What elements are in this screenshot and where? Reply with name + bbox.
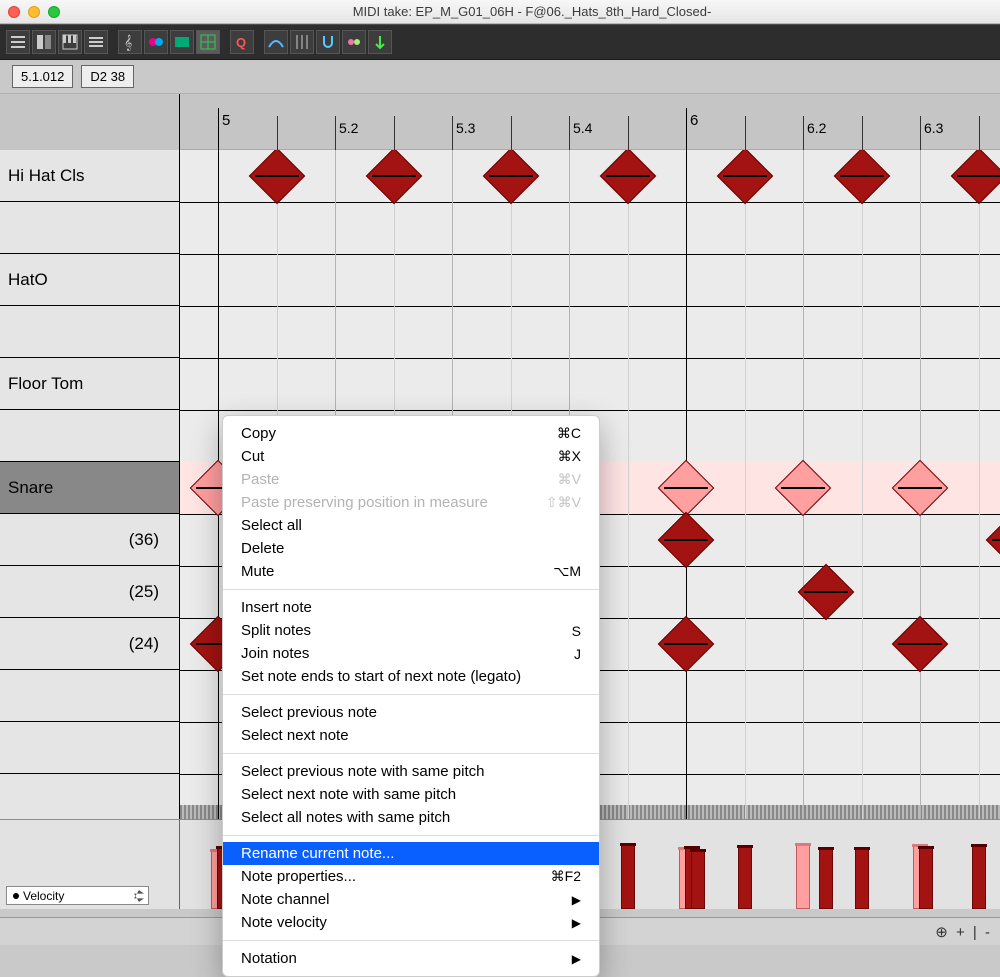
cc-lane-selector[interactable]: Velocity	[6, 886, 149, 905]
position-readout[interactable]: 5.1.012	[12, 65, 73, 88]
row-header[interactable]: (25)	[0, 566, 179, 618]
toolbar-fx-chain-button[interactable]	[342, 30, 366, 54]
row-header[interactable]: (36)	[0, 514, 179, 566]
row-header[interactable]	[0, 670, 179, 722]
window-minimize-button[interactable]	[28, 6, 40, 18]
window-title: MIDI take: EP_M_G01_06H - F@06._Hats_8th…	[72, 4, 992, 19]
menu-item[interactable]: Copy⌘C	[223, 422, 599, 445]
svg-text:𝄞: 𝄞	[124, 34, 132, 51]
toolbar-grid-visible-button[interactable]	[290, 30, 314, 54]
window-titlebar: MIDI take: EP_M_G01_06H - F@06._Hats_8th…	[0, 0, 1000, 24]
row-header[interactable]	[0, 722, 179, 774]
velocity-bar[interactable]	[621, 845, 635, 910]
row-header[interactable]: Floor Tom	[0, 358, 179, 410]
toolbar-event-list-button[interactable]	[6, 30, 30, 54]
midi-note[interactable]	[482, 150, 539, 204]
time-ruler[interactable]: 5 5.2 5.3 5.4 6 6.2 6.3	[180, 94, 1000, 150]
readouts-row: 5.1.012 D2 38	[0, 60, 1000, 94]
menu-item[interactable]: Select previous note with same pitch	[223, 760, 599, 783]
velocity-bar[interactable]	[972, 846, 986, 909]
toolbar-quantize-button[interactable]: Q	[230, 30, 254, 54]
menu-item[interactable]: Note channel▶	[223, 888, 599, 911]
note-context-menu[interactable]: Copy⌘CCut⌘XPaste⌘VPaste preserving posit…	[222, 415, 600, 977]
menu-item[interactable]: Cut⌘X	[223, 445, 599, 468]
row-header[interactable]: HatO	[0, 254, 179, 306]
row-header[interactable]	[0, 202, 179, 254]
velocity-bar[interactable]	[919, 848, 933, 910]
toolbar-named-notes-button[interactable]	[144, 30, 168, 54]
midi-note[interactable]	[365, 150, 422, 204]
ruler-label: 6.2	[807, 120, 826, 136]
toolbar-step-record-button[interactable]	[368, 30, 392, 54]
velocity-lane-sidebar: Velocity	[0, 820, 180, 909]
toolbar-treble-clef-button[interactable]: 𝄞	[118, 30, 142, 54]
menu-item[interactable]: Note properties...⌘F2	[223, 865, 599, 888]
midi-note[interactable]	[950, 150, 1000, 204]
ruler-label: 6.3	[924, 120, 943, 136]
window-close-button[interactable]	[8, 6, 20, 18]
menu-item: Paste⌘V	[223, 468, 599, 491]
toolbar-cc-lane-button[interactable]	[196, 30, 220, 54]
menu-item[interactable]: Select all notes with same pitch	[223, 806, 599, 829]
midi-note[interactable]	[599, 150, 656, 204]
menu-item[interactable]: Set note ends to start of next note (leg…	[223, 665, 599, 688]
menu-item[interactable]: Split notesS	[223, 619, 599, 642]
cc-lane-label: Velocity	[23, 889, 64, 903]
velocity-bar[interactable]	[855, 849, 869, 909]
ruler-spacer	[0, 94, 180, 150]
midi-note[interactable]	[833, 150, 890, 204]
zoom-controls[interactable]: ⊕ + | -	[935, 923, 992, 941]
window-controls	[8, 6, 60, 18]
menu-item[interactable]: Delete	[223, 537, 599, 560]
menu-item[interactable]: Mute⌥M	[223, 560, 599, 583]
velocity-bar[interactable]	[691, 851, 705, 910]
velocity-bar[interactable]	[738, 847, 752, 909]
toolbar-inline-notation-button[interactable]	[84, 30, 108, 54]
velocity-bar[interactable]	[796, 845, 810, 910]
row-header[interactable]: (24)	[0, 618, 179, 670]
menu-item[interactable]: Select next note	[223, 724, 599, 747]
menu-item[interactable]: Select previous note	[223, 701, 599, 724]
menu-item[interactable]: Join notesJ	[223, 642, 599, 665]
row-header[interactable]: Snare	[0, 462, 179, 514]
ruler-label: 6	[690, 112, 698, 129]
menu-item[interactable]: Select next note with same pitch	[223, 783, 599, 806]
velocity-bar[interactable]	[819, 849, 833, 909]
ruler-label: 5.2	[339, 120, 358, 136]
menu-item[interactable]: Notation▶	[223, 947, 599, 970]
midi-editor-toolbar: 𝄞Q	[0, 24, 1000, 60]
menu-item[interactable]: Note velocity▶	[223, 911, 599, 934]
row-header[interactable]: Hi Hat Cls	[0, 150, 179, 202]
ruler-label: 5	[222, 112, 230, 129]
toolbar-drum-editor-button[interactable]	[32, 30, 56, 54]
svg-text:Q: Q	[236, 35, 246, 50]
toolbar-humanize-button[interactable]	[264, 30, 288, 54]
toolbar-snap-button[interactable]	[316, 30, 340, 54]
menu-item[interactable]: Rename current note...	[223, 842, 599, 865]
ruler-label: 5.4	[573, 120, 592, 136]
window-maximize-button[interactable]	[48, 6, 60, 18]
note-readout[interactable]: D2 38	[81, 65, 134, 88]
row-header[interactable]	[0, 410, 179, 462]
menu-item: Paste preserving position in measure⇧⌘V	[223, 491, 599, 514]
midi-note[interactable]	[716, 150, 773, 204]
row-header[interactable]	[0, 306, 179, 358]
menu-item[interactable]: Insert note	[223, 596, 599, 619]
ruler-label: 5.3	[456, 120, 475, 136]
toolbar-piano-roll-button[interactable]	[58, 30, 82, 54]
row-names-column: Hi Hat Cls HatO Floor Tom Snare(36)(25)(24)	[0, 150, 180, 819]
toolbar-color-by-button[interactable]	[170, 30, 194, 54]
menu-item[interactable]: Select all	[223, 514, 599, 537]
midi-note[interactable]	[248, 150, 305, 204]
